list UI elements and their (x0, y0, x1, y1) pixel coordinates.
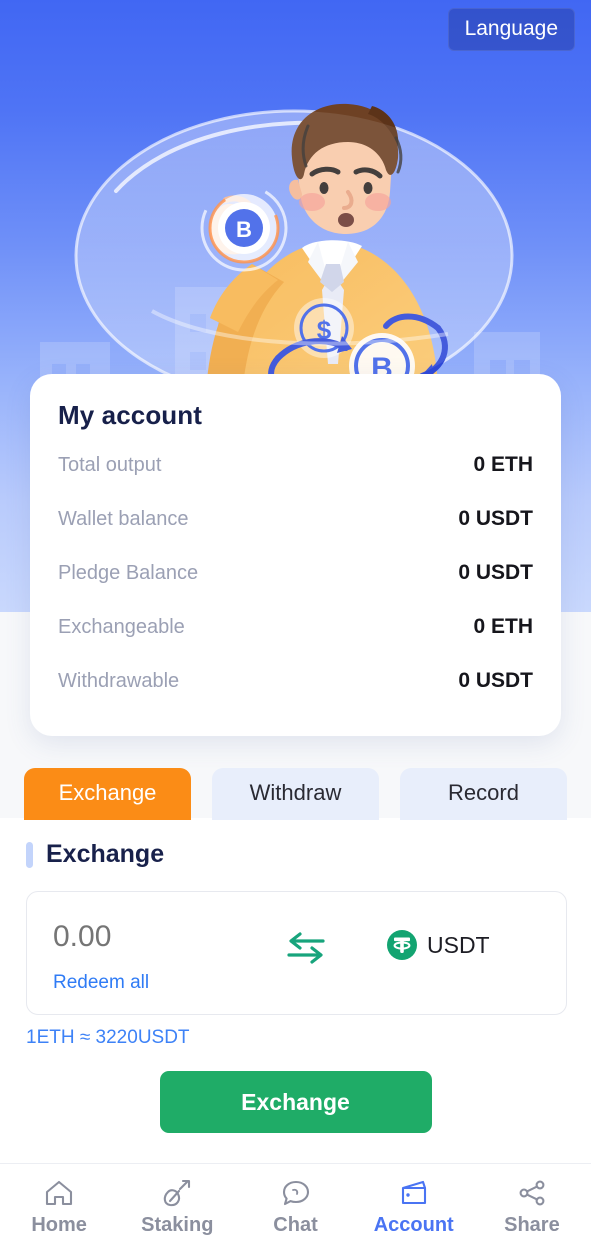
nav-label: Home (31, 1214, 87, 1236)
nav-item-chat[interactable]: Chat (236, 1164, 354, 1247)
exchange-panel-title: Exchange (46, 840, 165, 868)
share-icon (519, 1180, 545, 1206)
exchange-panel-header: Exchange (0, 818, 591, 869)
exchange-input-box: Redeem all USDT (26, 891, 567, 1015)
tab-record[interactable]: Record (400, 768, 567, 820)
account-row-value: 0 ETH (473, 453, 533, 476)
section-tabs: Exchange Withdraw Record (24, 768, 567, 820)
nav-label: Chat (273, 1214, 318, 1236)
wallet-icon (401, 1180, 426, 1205)
nav-label: Staking (141, 1214, 214, 1236)
chat-icon (282, 1180, 309, 1206)
nav-item-staking[interactable]: Staking (118, 1164, 236, 1247)
token-selector[interactable]: USDT (387, 930, 490, 960)
account-row-label: Wallet balance (58, 508, 189, 530)
tab-exchange[interactable]: Exchange (24, 768, 191, 820)
account-row-value: 0 USDT (458, 561, 533, 584)
account-row-withdrawable: Withdrawable 0 USDT (58, 669, 533, 723)
usdt-token-icon (387, 930, 417, 960)
account-row-label: Withdrawable (58, 670, 180, 692)
account-row-total-output: Total output 0 ETH (58, 453, 533, 507)
token-name: USDT (427, 931, 490, 958)
hero-illustration: B $ B (74, 103, 513, 396)
nav-label: Account (373, 1214, 454, 1236)
exchange-submit-button[interactable]: Exchange (159, 1071, 432, 1133)
swap-arrows-icon[interactable] (283, 930, 329, 966)
exchange-panel: Exchange Redeem all USDT (0, 818, 591, 1163)
tab-withdraw[interactable]: Withdraw (212, 768, 379, 820)
account-row-value: 0 USDT (458, 669, 533, 692)
language-button[interactable]: Language (447, 8, 575, 51)
account-card-title: My account (58, 400, 203, 430)
amount-input[interactable] (53, 920, 233, 954)
nav-item-account[interactable]: Account (355, 1164, 473, 1247)
nav-item-home[interactable]: Home (0, 1164, 118, 1247)
home-icon (46, 1180, 73, 1206)
nav-item-share[interactable]: Share (473, 1164, 591, 1247)
account-row-wallet-balance: Wallet balance 0 USDT (58, 507, 533, 561)
accent-bar (26, 841, 33, 868)
bottom-navigation: Home Staking Chat Account Share (0, 1163, 591, 1247)
nav-label: Share (504, 1214, 560, 1236)
account-row-value: 0 USDT (458, 507, 533, 530)
app-root: Language B $ B My account Total output 0… (0, 0, 591, 1247)
shovel-icon (164, 1179, 191, 1207)
amount-group: Redeem all (53, 920, 233, 994)
my-account-card: My account Total output 0 ETH Wallet bal… (30, 374, 561, 736)
account-row-label: Total output (58, 454, 162, 476)
account-row-label: Exchangeable (58, 616, 185, 638)
redeem-all-link[interactable]: Redeem all (53, 972, 233, 994)
account-row-label: Pledge Balance (58, 562, 199, 584)
account-row-pledge-balance: Pledge Balance 0 USDT (58, 561, 533, 615)
account-row-value: 0 ETH (473, 615, 533, 638)
exchange-rate-text: 1ETH ≈ 3220USDT (26, 1027, 190, 1048)
account-row-exchangeable: Exchangeable 0 ETH (58, 615, 533, 669)
